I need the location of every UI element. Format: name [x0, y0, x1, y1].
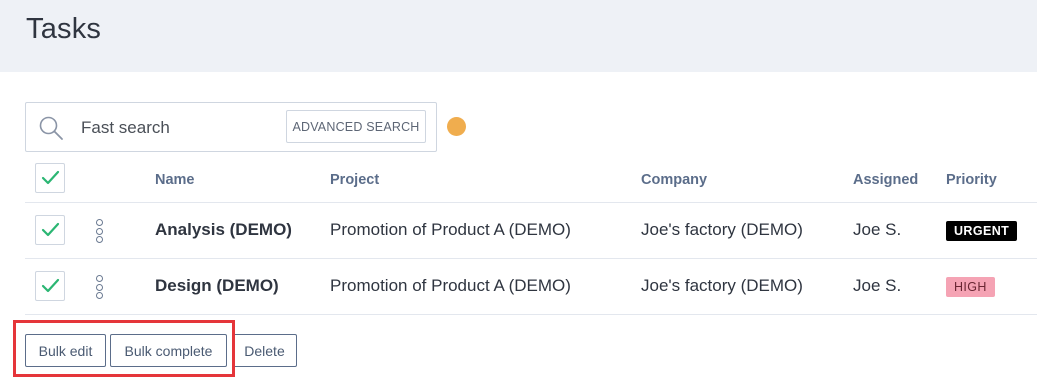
task-company[interactable]: Joe's factory (DEMO) — [641, 276, 803, 296]
task-name[interactable]: Design (DEMO) — [155, 276, 279, 296]
check-icon — [41, 278, 60, 293]
search-icon[interactable] — [38, 115, 64, 141]
delete-button[interactable]: Delete — [232, 334, 297, 367]
row-divider — [25, 202, 1037, 203]
select-all-checkbox[interactable] — [35, 163, 65, 193]
search-input[interactable] — [81, 115, 281, 141]
search-box: ADVANCED SEARCH — [25, 102, 437, 152]
page-title: Tasks — [26, 13, 102, 45]
check-icon — [41, 222, 60, 237]
row-menu-icon[interactable] — [94, 219, 104, 245]
column-header-name[interactable]: Name — [155, 172, 195, 188]
priority-badge: URGENT — [946, 221, 1018, 241]
page-header: Tasks — [0, 0, 1037, 72]
row-checkbox[interactable] — [35, 215, 65, 245]
column-header-company[interactable]: Company — [641, 172, 707, 188]
task-assigned: Joe S. — [853, 220, 902, 239]
highlight-annotation — [13, 320, 235, 377]
column-header-assigned[interactable]: Assigned — [853, 172, 918, 188]
row-menu-icon[interactable] — [94, 275, 104, 301]
task-name[interactable]: Analysis (DEMO) — [155, 220, 292, 240]
row-divider — [25, 314, 1037, 315]
column-header-priority[interactable]: Priority — [946, 172, 997, 188]
priority-badge: HIGH — [946, 277, 995, 297]
row-divider — [25, 258, 1037, 259]
row-checkbox[interactable] — [35, 271, 65, 301]
task-company[interactable]: Joe's factory (DEMO) — [641, 220, 803, 240]
task-assigned: Joe S. — [853, 276, 902, 295]
check-icon — [41, 170, 60, 185]
advanced-search-button[interactable]: ADVANCED SEARCH — [286, 110, 426, 143]
column-header-project[interactable]: Project — [330, 172, 379, 188]
status-dot — [447, 117, 466, 136]
task-project[interactable]: Promotion of Product A (DEMO) — [330, 220, 571, 240]
task-project[interactable]: Promotion of Product A (DEMO) — [330, 276, 571, 296]
